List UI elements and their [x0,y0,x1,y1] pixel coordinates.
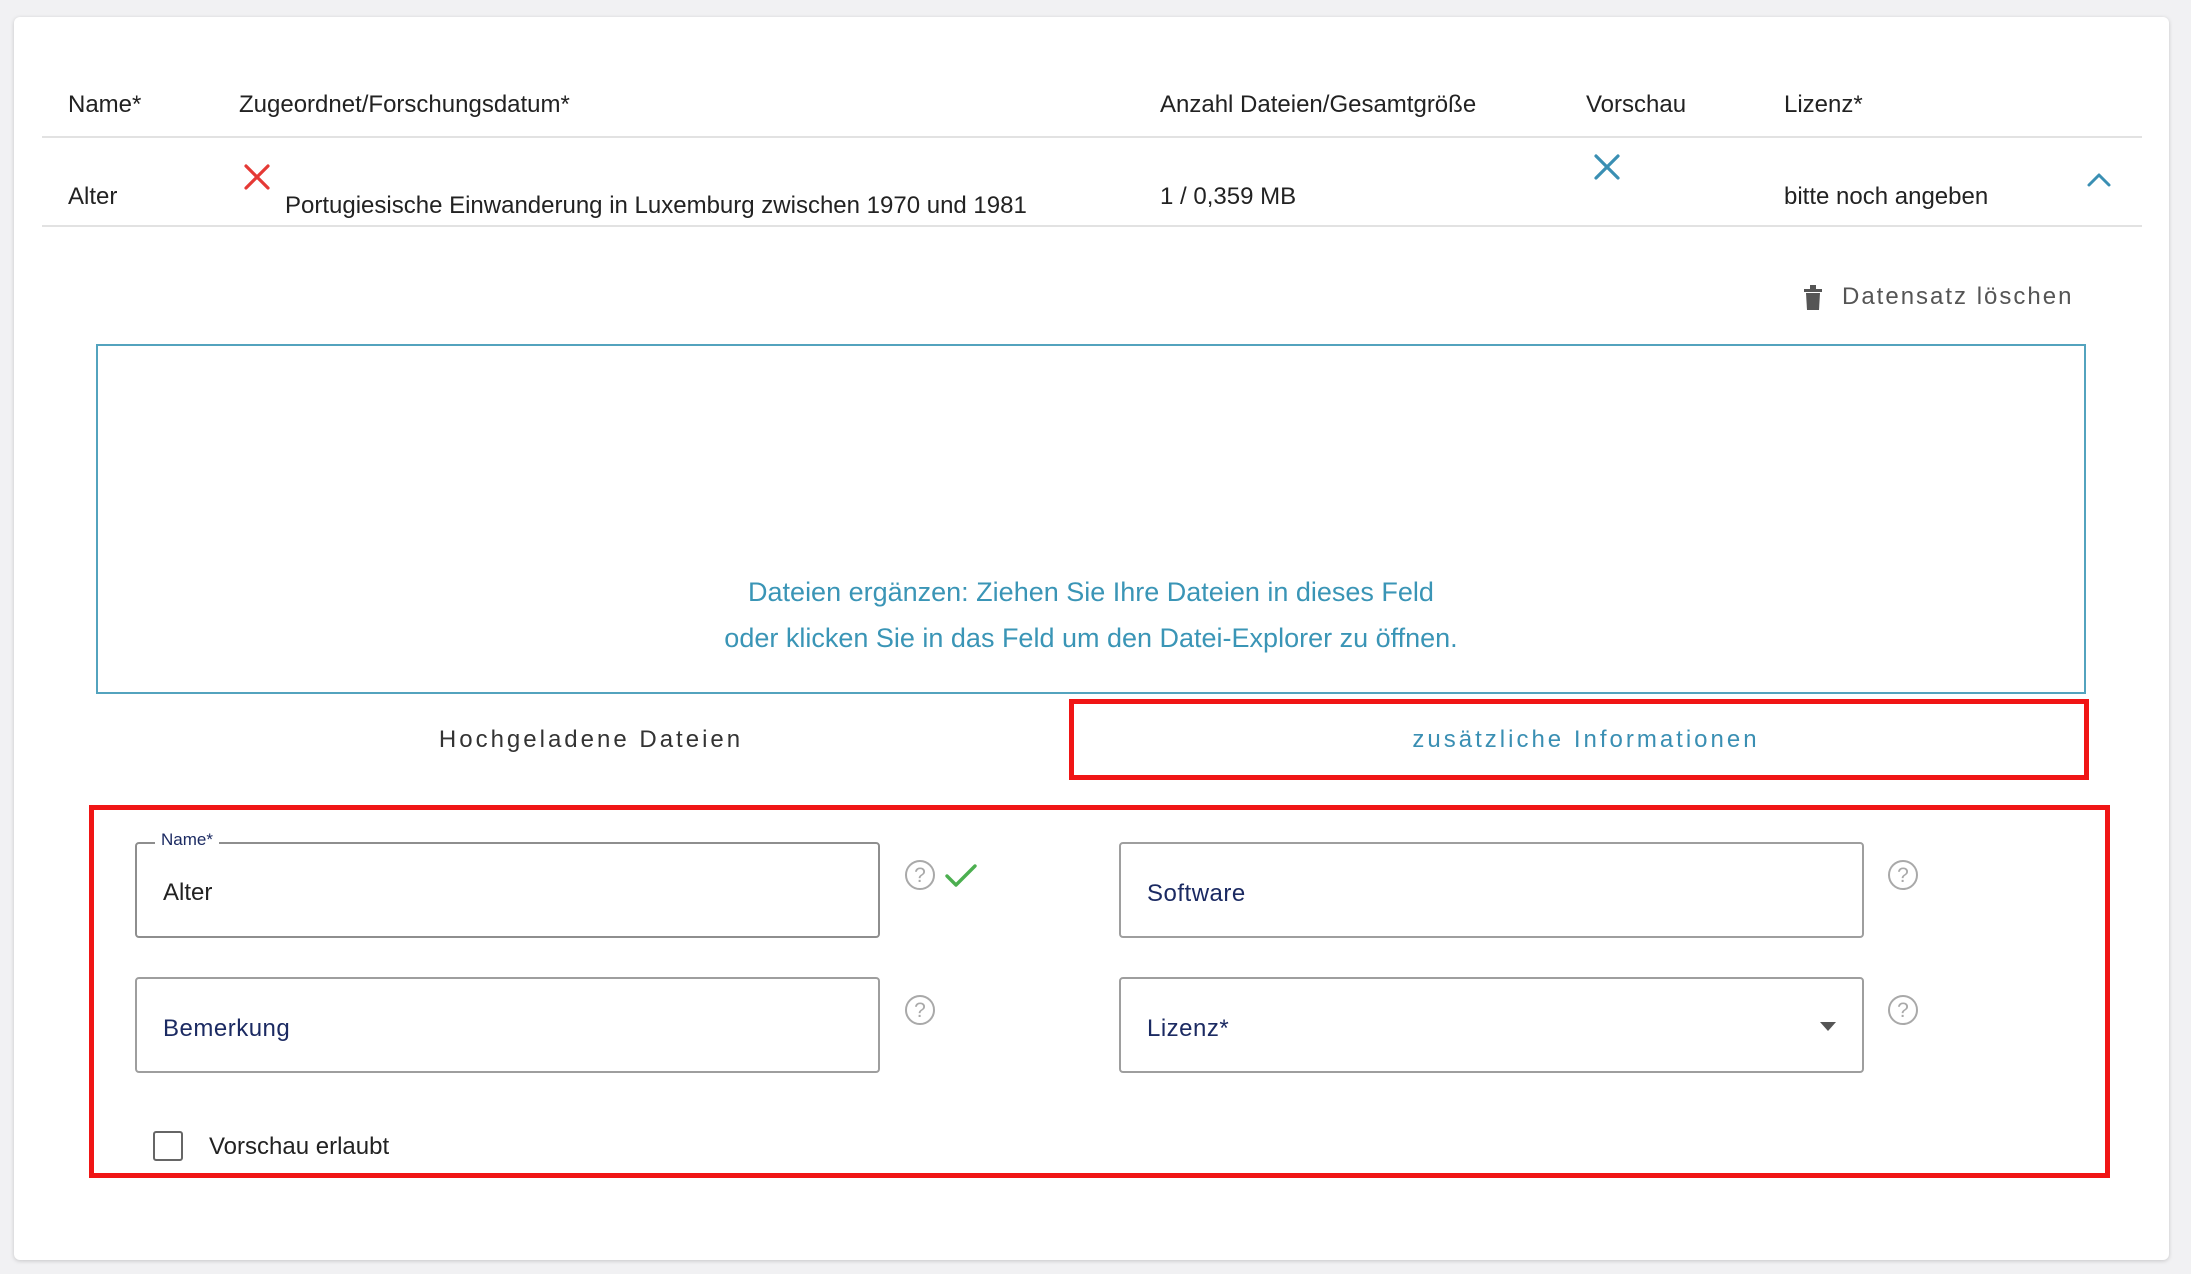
license-required-mark: * [1219,1015,1230,1042]
header-license: Lizenz* [1784,91,1863,118]
software-help-icon[interactable]: ? [1888,860,1918,890]
software-field[interactable]: Software [1119,842,1864,938]
name-label-text: Name [161,830,207,849]
header-assigned: Zugeordnet/Forschungsdatum* [239,91,570,118]
license-select-label: Lizenz* [1147,1015,1229,1043]
remark-field[interactable]: Bemerkung [135,977,880,1073]
dropzone-line2: oder klicken Sie in das Feld um den Date… [724,623,1458,653]
row-assigned: Portugiesische Einwanderung in Luxemburg… [285,192,1027,219]
tab-uploaded-files[interactable]: Hochgeladene Dateien [96,726,1086,754]
license-help-icon[interactable]: ? [1888,995,1918,1025]
check-icon [945,864,977,887]
trash-icon [1804,285,1822,310]
preview-allowed-checkbox[interactable]: Vorschau erlaubt [153,1129,553,1165]
row-files: 1 / 0,359 MB [1160,183,1297,210]
header-name: Name* [68,91,142,118]
name-field-label: Name* [155,830,219,850]
row-divider [42,225,2142,227]
remark-field-label: Bemerkung [163,1015,291,1042]
license-select[interactable]: Lizenz* [1119,977,1864,1073]
error-x-icon [244,164,270,190]
chevron-up-icon[interactable] [2085,169,2113,189]
header-divider [42,136,2142,138]
row-name: Alter [68,183,118,210]
delete-dataset-label: Datensatz löschen [1842,283,2074,310]
preview-x-icon [1594,154,1620,180]
checkbox-label: Vorschau erlaubt [209,1133,390,1160]
dataset-card: Name* Zugeordnet/Forschungsdatum* Anzahl… [14,17,2169,1260]
tab-highlight-box [1069,699,2089,780]
name-help-icon[interactable]: ? [905,860,935,890]
name-required-mark: * [206,830,213,849]
dropdown-arrow-icon [1820,1022,1836,1031]
remark-help-icon[interactable]: ? [905,995,935,1025]
software-field-label: Software [1147,880,1246,907]
checkbox-box[interactable] [153,1131,183,1161]
license-label-text: Lizenz [1147,1015,1220,1042]
name-field-value: Alter [163,879,213,906]
name-field[interactable]: Name* Alter [135,830,880,938]
header-preview: Vorschau [1586,91,1687,118]
file-dropzone[interactable]: Dateien ergänzen: Ziehen Sie Ihre Dateie… [96,344,2086,694]
dropzone-line1: Dateien ergänzen: Ziehen Sie Ihre Dateie… [748,577,1434,607]
row-license: bitte noch angeben [1784,183,1989,210]
header-files: Anzahl Dateien/Gesamtgröße [1160,91,1477,118]
